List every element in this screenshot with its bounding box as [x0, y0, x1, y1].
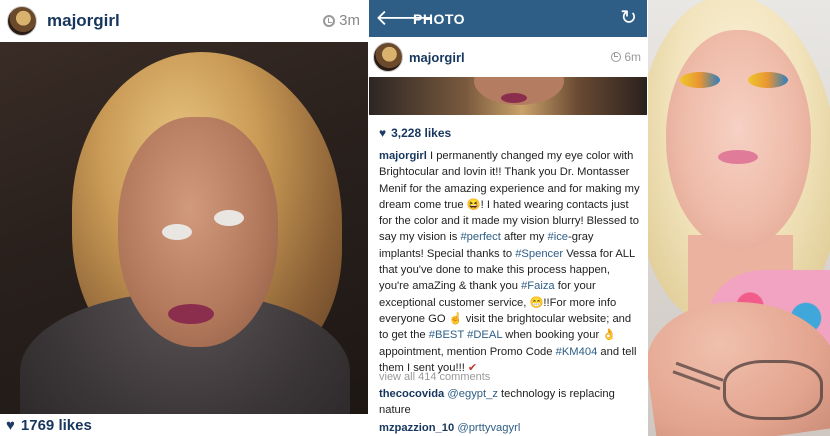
photo-eye-left [680, 72, 720, 88]
app-post-username[interactable]: majorgirl [409, 50, 465, 65]
likes-count[interactable]: 1769 likes [21, 417, 92, 434]
caption-username[interactable]: majorgirl [379, 150, 427, 162]
photo-lips [718, 150, 758, 164]
clock-icon [323, 14, 336, 27]
post-time-label: 3m [339, 12, 360, 29]
toolbar: 🡐 PHOTO ↻ [369, 0, 647, 37]
app-post-time: 6m [611, 50, 641, 64]
ok-hand-emoji-icon: 👌 [602, 329, 617, 342]
comment-mention[interactable]: @prttyvagyrl [457, 422, 520, 434]
photo-lips [168, 304, 214, 324]
laughing-emoji-icon: 😆 [466, 198, 481, 211]
caption-text: appointment, mention Promo Code [379, 345, 556, 358]
hashtag-deal[interactable]: #DEAL [467, 329, 502, 341]
likes-row: ♥ 1769 likes [0, 414, 368, 436]
hashtag-ice[interactable]: #ice [548, 231, 569, 243]
post-photo[interactable] [0, 42, 368, 414]
photo-eye-right [214, 210, 244, 226]
photo-face [666, 30, 811, 250]
app-likes-row: ♥ 3,228 likes [379, 126, 451, 140]
right-photo-panel [648, 0, 830, 436]
hashtag-km404[interactable]: #KM404 [556, 346, 598, 358]
hashtag-spencer[interactable]: #Spencer [515, 248, 563, 260]
app-photo-panel: 🡐 PHOTO ↻ majorgirl 6m ♥ 3,228 likes maj… [369, 0, 647, 436]
heart-icon[interactable]: ♥ [379, 126, 386, 140]
post-username[interactable]: majorgirl [47, 11, 120, 31]
heart-icon[interactable]: ♥ [6, 417, 15, 434]
hashtag-perfect[interactable]: #perfect [460, 231, 500, 243]
photo-eye-right [748, 72, 788, 88]
post-caption: majorgirl I permanently changed my eye c… [379, 148, 641, 376]
comment-item: thecocovida @egypt_z technology is repla… [379, 386, 641, 418]
refresh-icon[interactable]: ↻ [620, 6, 637, 30]
clock-icon [611, 52, 622, 62]
post-time: 3m [323, 12, 360, 29]
comment-username[interactable]: thecocovida [379, 388, 444, 400]
avatar[interactable] [373, 42, 403, 72]
left-post-panel: majorgirl 3m ♥ 1769 likes [0, 0, 368, 436]
photo-tattoo [723, 360, 823, 420]
app-post-photo[interactable] [369, 77, 647, 115]
avatar[interactable] [7, 6, 37, 36]
photo-lips [501, 93, 527, 103]
caption-text: after my [500, 231, 548, 244]
grin-emoji-icon: 😁 [529, 296, 544, 309]
comment-item: mzpazzion_10 @prttyvagyrl [379, 420, 641, 436]
app-post-time-label: 6m [624, 50, 641, 64]
app-post-header: majorgirl 6m [369, 37, 647, 77]
hashtag-best[interactable]: #BEST [429, 329, 464, 341]
point-up-emoji-icon: ☝ [448, 312, 463, 325]
photo-eye-left [162, 224, 192, 240]
view-all-comments-link[interactable]: view all 414 comments [379, 371, 490, 383]
comment-mention[interactable]: @egypt_z [447, 388, 498, 400]
comment-username[interactable]: mzpazzion_10 [379, 422, 454, 434]
caption-text: when booking your [502, 329, 603, 342]
app-likes-count[interactable]: 3,228 likes [391, 126, 451, 140]
toolbar-title: PHOTO [413, 11, 466, 27]
hashtag-faiza[interactable]: #Faiza [521, 280, 555, 292]
post-header: majorgirl 3m [0, 0, 368, 42]
